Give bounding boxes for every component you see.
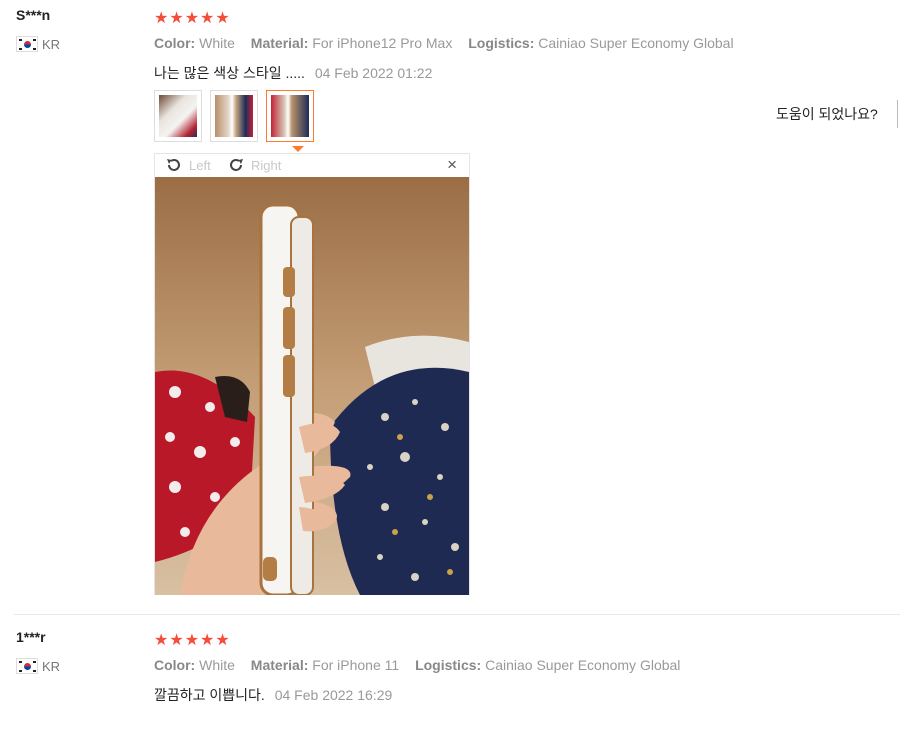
review-thumbnail[interactable] [210, 90, 258, 142]
color-value: White [199, 35, 235, 51]
review-attributes: Color: White Material: For iPhone 11 Log… [154, 657, 680, 673]
rating-stars: ★★★★★ [154, 632, 231, 649]
color-label: Color: [154, 657, 196, 673]
review-divider [14, 614, 900, 615]
rating-stars: ★★★★★ [154, 10, 231, 27]
review-thumbnails [154, 90, 314, 142]
selected-thumbnail-caret [292, 146, 304, 152]
logistics-label: Logistics: [468, 35, 535, 51]
rotate-left-label: Left [189, 157, 211, 173]
material-value: For iPhone12 Pro Max [312, 35, 453, 51]
country-code: KR [42, 658, 61, 674]
review-content: 나는 많은 색상 스타일 ..... 04 Feb 2022 01:22 [154, 63, 432, 83]
review-date: 04 Feb 2022 16:29 [274, 687, 393, 703]
rotate-left-button[interactable]: Left [165, 156, 211, 174]
rotate-right-button[interactable]: Right [227, 156, 281, 174]
material-label: Material: [250, 35, 309, 51]
image-viewer: Left Right × [154, 153, 470, 595]
reviewer-name: S***n [16, 7, 51, 23]
logistics-value: Cainiao Super Economy Global [538, 35, 734, 51]
close-icon[interactable]: × [447, 155, 457, 175]
review-date: 04 Feb 2022 01:22 [314, 65, 433, 81]
korea-flag-icon [16, 658, 38, 674]
reviewer-country: KR [16, 36, 60, 52]
review-item: 1***r KR ★★★★★ Color: White Material: Fo… [0, 622, 900, 730]
country-code: KR [42, 36, 61, 52]
rotate-right-icon [230, 159, 243, 171]
review-item: S***n KR ★★★★★ Color: White Material: Fo… [0, 0, 900, 610]
reviewer-name: 1***r [16, 629, 46, 645]
review-attributes: Color: White Material: For iPhone12 Pro … [154, 35, 734, 51]
material-value: For iPhone 11 [312, 657, 400, 673]
review-photo [155, 177, 469, 595]
review-thumbnail-selected[interactable] [266, 90, 314, 142]
korea-flag-icon [16, 36, 38, 52]
helpful-divider [897, 100, 898, 128]
review-thumbnail[interactable] [154, 90, 202, 142]
color-value: White [199, 657, 235, 673]
logistics-label: Logistics: [415, 657, 482, 673]
phone-case-photo [155, 177, 469, 595]
logistics-value: Cainiao Super Economy Global [485, 657, 681, 673]
material-label: Material: [250, 657, 309, 673]
helpful-button[interactable]: 도움이 되었나요? [776, 104, 878, 124]
rotate-left-icon [167, 159, 180, 171]
review-text: 깔끔하고 이쁩니다. [154, 687, 265, 703]
review-text: 나는 많은 색상 스타일 ..... [154, 65, 305, 81]
review-content: 깔끔하고 이쁩니다. 04 Feb 2022 16:29 [154, 685, 392, 705]
image-viewer-toolbar: Left Right × [155, 154, 469, 177]
rotate-right-label: Right [251, 157, 282, 173]
reviewer-country: KR [16, 658, 60, 674]
color-label: Color: [154, 35, 196, 51]
